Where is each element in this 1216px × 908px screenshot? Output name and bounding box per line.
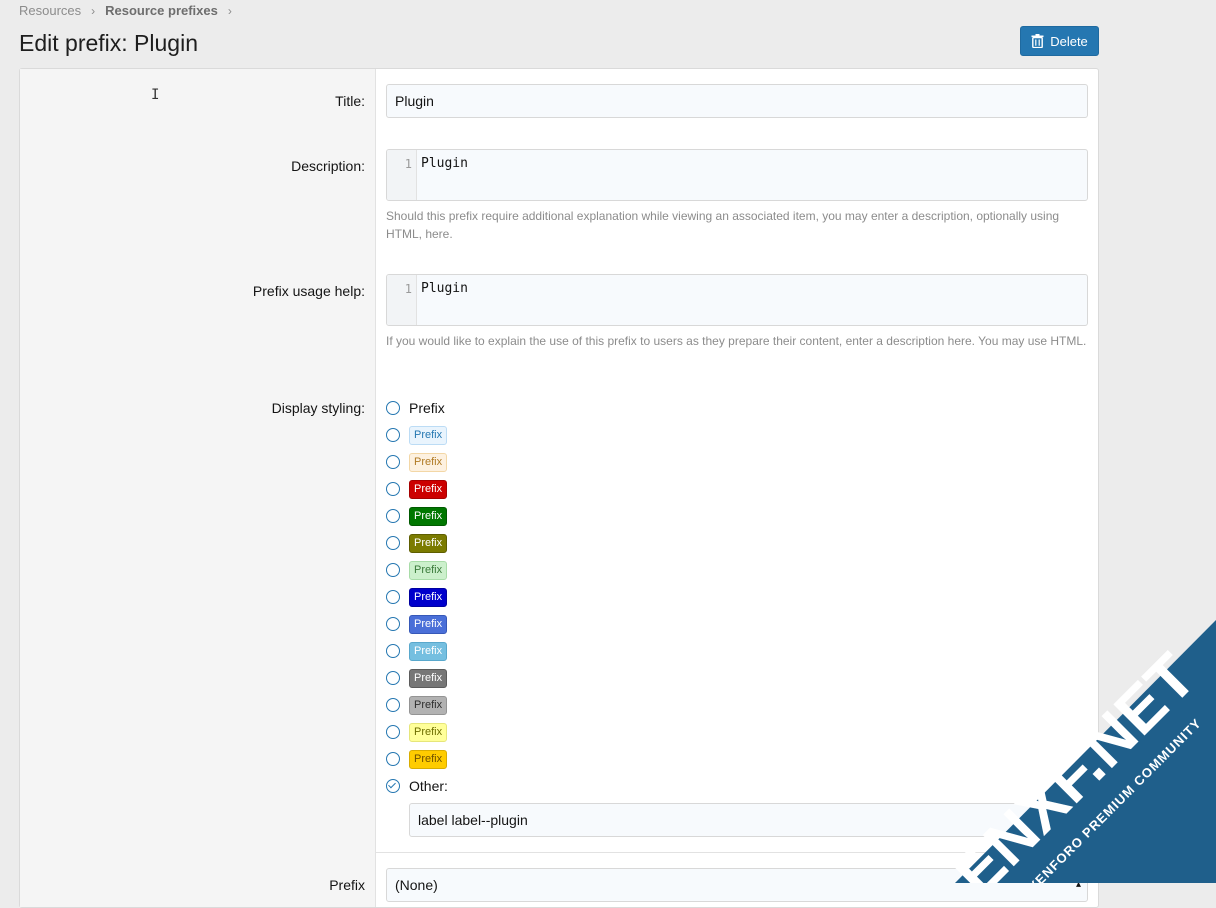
usage-help-code: Plugin [421,281,468,296]
radio-icon[interactable] [386,401,400,415]
styling-option[interactable]: Prefix [386,587,448,607]
chevron-right-icon: › [227,3,232,18]
label-column [20,69,376,907]
prefix-group-value: (None) [395,877,438,893]
styling-option[interactable]: Prefix [386,479,448,499]
description-label: Description: [291,158,365,174]
styling-option[interactable]: Prefix [386,695,448,715]
styling-option[interactable]: Prefix [386,398,445,418]
description-editor[interactable]: 1 Plugin [386,149,1088,201]
radio-checked-icon[interactable] [386,779,400,793]
line-number: 1 [387,275,417,325]
prefix-chip: Prefix [409,425,448,445]
text-cursor-icon: I [151,87,160,103]
radio-icon[interactable] [386,644,400,658]
usage-help-hint: If you would like to explain the use of … [386,334,1087,348]
styling-option[interactable]: Prefix [386,641,448,661]
usage-help-editor[interactable]: 1 Plugin [386,274,1088,326]
prefix-group-select[interactable]: (None) ▴ [386,868,1088,902]
prefix-chip: Prefix [409,614,448,634]
styling-option[interactable]: Prefix [386,560,448,580]
styling-option[interactable]: Prefix [386,425,448,445]
title-label: Title: [335,93,365,109]
radio-icon[interactable] [386,671,400,685]
radio-icon[interactable] [386,509,400,523]
other-css-input[interactable]: label label--plugin [409,803,1088,837]
prefix-chip: Prefix [409,479,448,499]
radio-icon[interactable] [386,482,400,496]
radio-icon[interactable] [386,725,400,739]
styling-option[interactable]: Prefix [386,668,448,688]
radio-icon[interactable] [386,536,400,550]
prefix-chip: Prefix [409,560,448,580]
breadcrumb: Resources › Resource prefixes › [19,3,242,18]
prefix-group-label: Prefix [329,877,365,893]
radio-icon[interactable] [386,698,400,712]
select-arrows-icon: ▴ [1075,879,1081,890]
description-code: Plugin [421,156,468,171]
usage-help-label: Prefix usage help: [252,283,365,299]
delete-button[interactable]: Delete [1020,26,1099,56]
divider [376,852,1098,853]
radio-icon[interactable] [386,455,400,469]
prefix-chip: Prefix [409,749,448,769]
line-number: 1 [387,150,417,200]
styling-option-other[interactable]: Other: [386,776,448,796]
prefix-chip: Prefix [409,506,448,526]
edit-form-panel: Title: Plugin Description: 1 Plugin Shou… [19,68,1099,908]
radio-icon[interactable] [386,428,400,442]
styling-option[interactable]: Prefix [386,749,448,769]
prefix-plain-text: Prefix [409,400,445,416]
display-styling-label: Display styling: [271,400,365,416]
radio-icon[interactable] [386,563,400,577]
prefix-chip: Prefix [409,533,448,553]
prefix-chip: Prefix [409,641,448,661]
trash-icon [1031,34,1044,48]
prefix-chip: Prefix [409,587,448,607]
styling-option[interactable]: Prefix [386,452,448,472]
radio-icon[interactable] [386,752,400,766]
chevron-right-icon: › [91,3,96,18]
radio-icon[interactable] [386,617,400,631]
styling-option[interactable]: Prefix [386,722,448,742]
styling-option[interactable]: Prefix [386,614,448,634]
styling-option[interactable]: Prefix [386,533,448,553]
prefix-chip: Prefix [409,722,448,742]
breadcrumb-item-resource-prefixes[interactable]: Resource prefixes [105,3,218,18]
breadcrumb-item-resources[interactable]: Resources [19,3,81,18]
styling-option[interactable]: Prefix [386,506,448,526]
other-label: Other: [409,778,448,794]
prefix-chip: Prefix [409,452,448,472]
title-input[interactable]: Plugin [386,84,1088,118]
description-hint: Should this prefix require additional ex… [386,209,1060,241]
prefix-chip: Prefix [409,695,448,715]
prefix-chip: Prefix [409,668,448,688]
page-title: Edit prefix: Plugin [19,30,198,56]
radio-icon[interactable] [386,590,400,604]
delete-button-label: Delete [1050,33,1088,49]
